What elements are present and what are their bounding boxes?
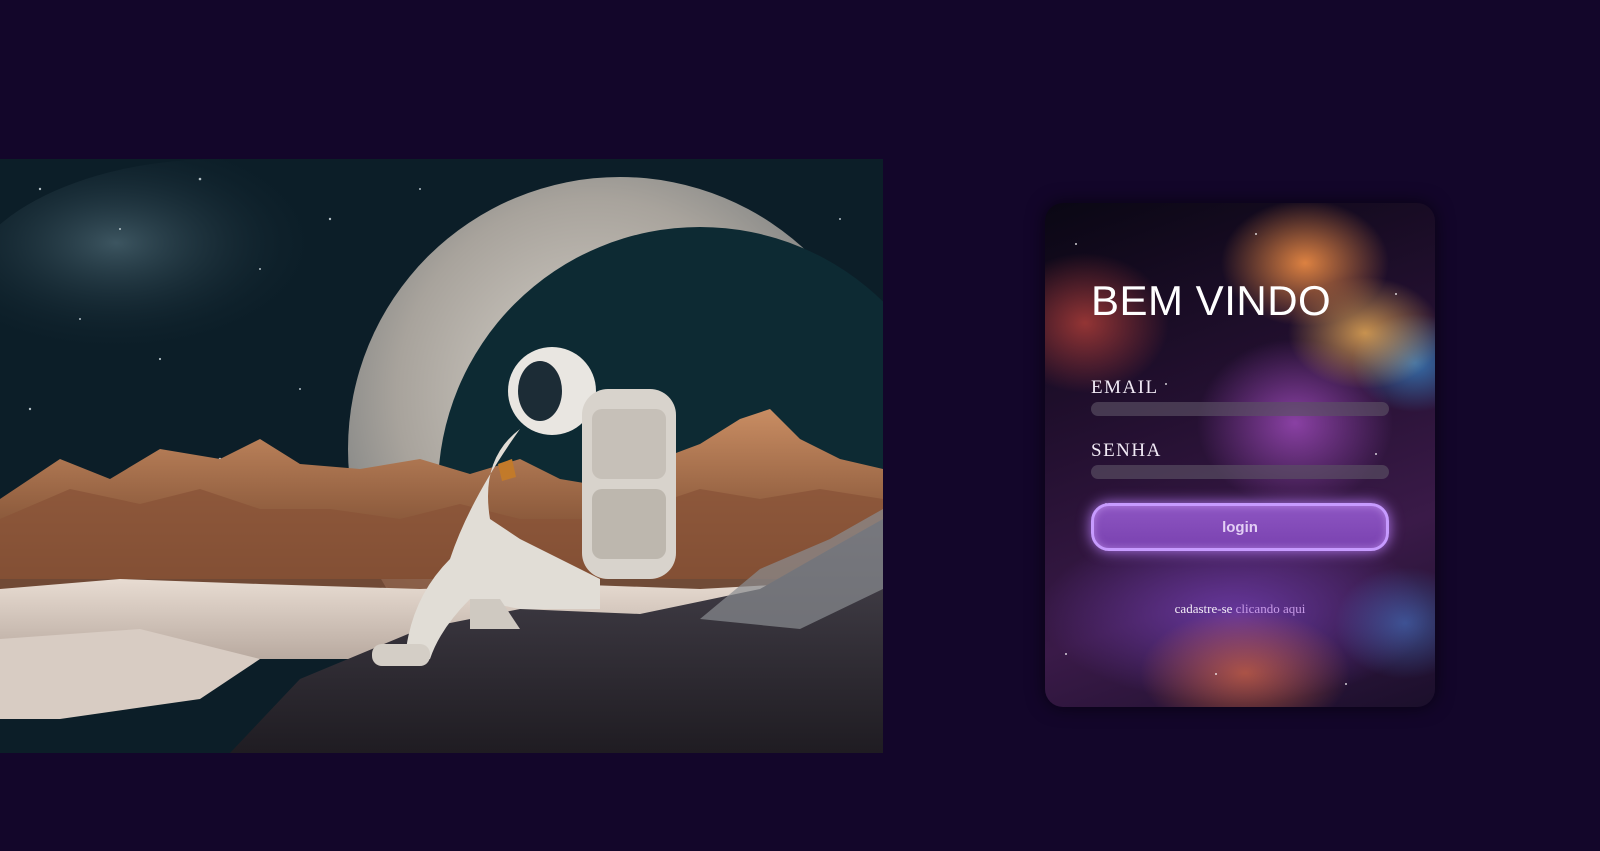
login-card: BEM VINDO EMAIL SENHA login cadastre-se … [1045,203,1435,707]
email-field[interactable] [1091,402,1389,416]
email-label: EMAIL [1091,377,1159,398]
password-label: SENHA [1091,440,1162,461]
signup-text: cadastre-se clicando aqui [1045,601,1435,617]
password-field[interactable] [1091,465,1389,479]
login-button[interactable]: login [1091,503,1389,551]
signup-prefix: cadastre-se [1174,601,1233,616]
signup-link[interactable]: clicando aqui [1236,601,1306,616]
page: BEM VINDO EMAIL SENHA login cadastre-se … [0,0,1600,851]
hero-image [0,159,883,753]
page-title: BEM VINDO [1091,277,1332,324]
